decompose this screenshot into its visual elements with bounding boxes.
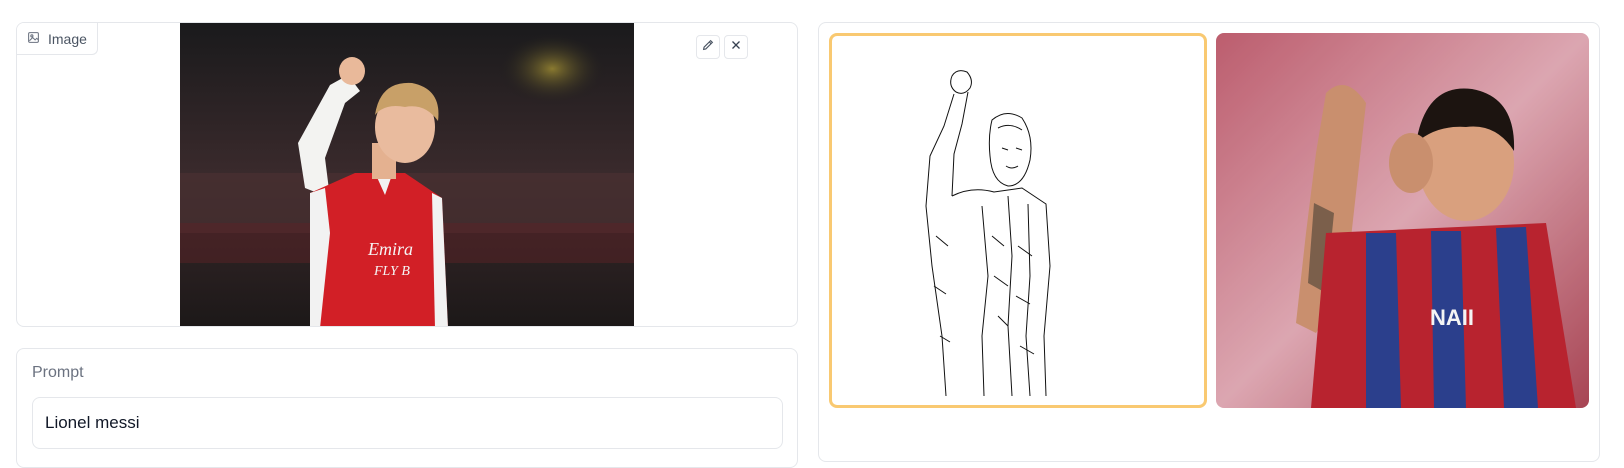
clear-image-button[interactable] — [724, 35, 748, 59]
image-label-badge: Image — [17, 23, 98, 55]
uploaded-photo[interactable]: Emira FLY B — [180, 23, 634, 326]
edit-image-button[interactable] — [696, 35, 720, 59]
gallery-item-edge-map[interactable] — [829, 33, 1207, 408]
image-label-text: Image — [48, 30, 87, 47]
output-gallery: NAII — [818, 22, 1600, 462]
prompt-input[interactable] — [32, 397, 783, 449]
prompt-label: Prompt — [32, 364, 84, 381]
close-icon — [729, 38, 743, 57]
svg-text:FLY B: FLY B — [373, 264, 410, 279]
prompt-panel: Prompt — [16, 348, 798, 468]
image-icon — [27, 31, 40, 47]
pencil-icon — [701, 38, 715, 57]
image-input-panel: Image Emira FLY B — [16, 22, 798, 327]
svg-text:NAII: NAII — [1430, 305, 1474, 330]
svg-text:Emira: Emira — [367, 239, 413, 259]
gallery-item-generated[interactable]: NAII — [1216, 33, 1589, 408]
